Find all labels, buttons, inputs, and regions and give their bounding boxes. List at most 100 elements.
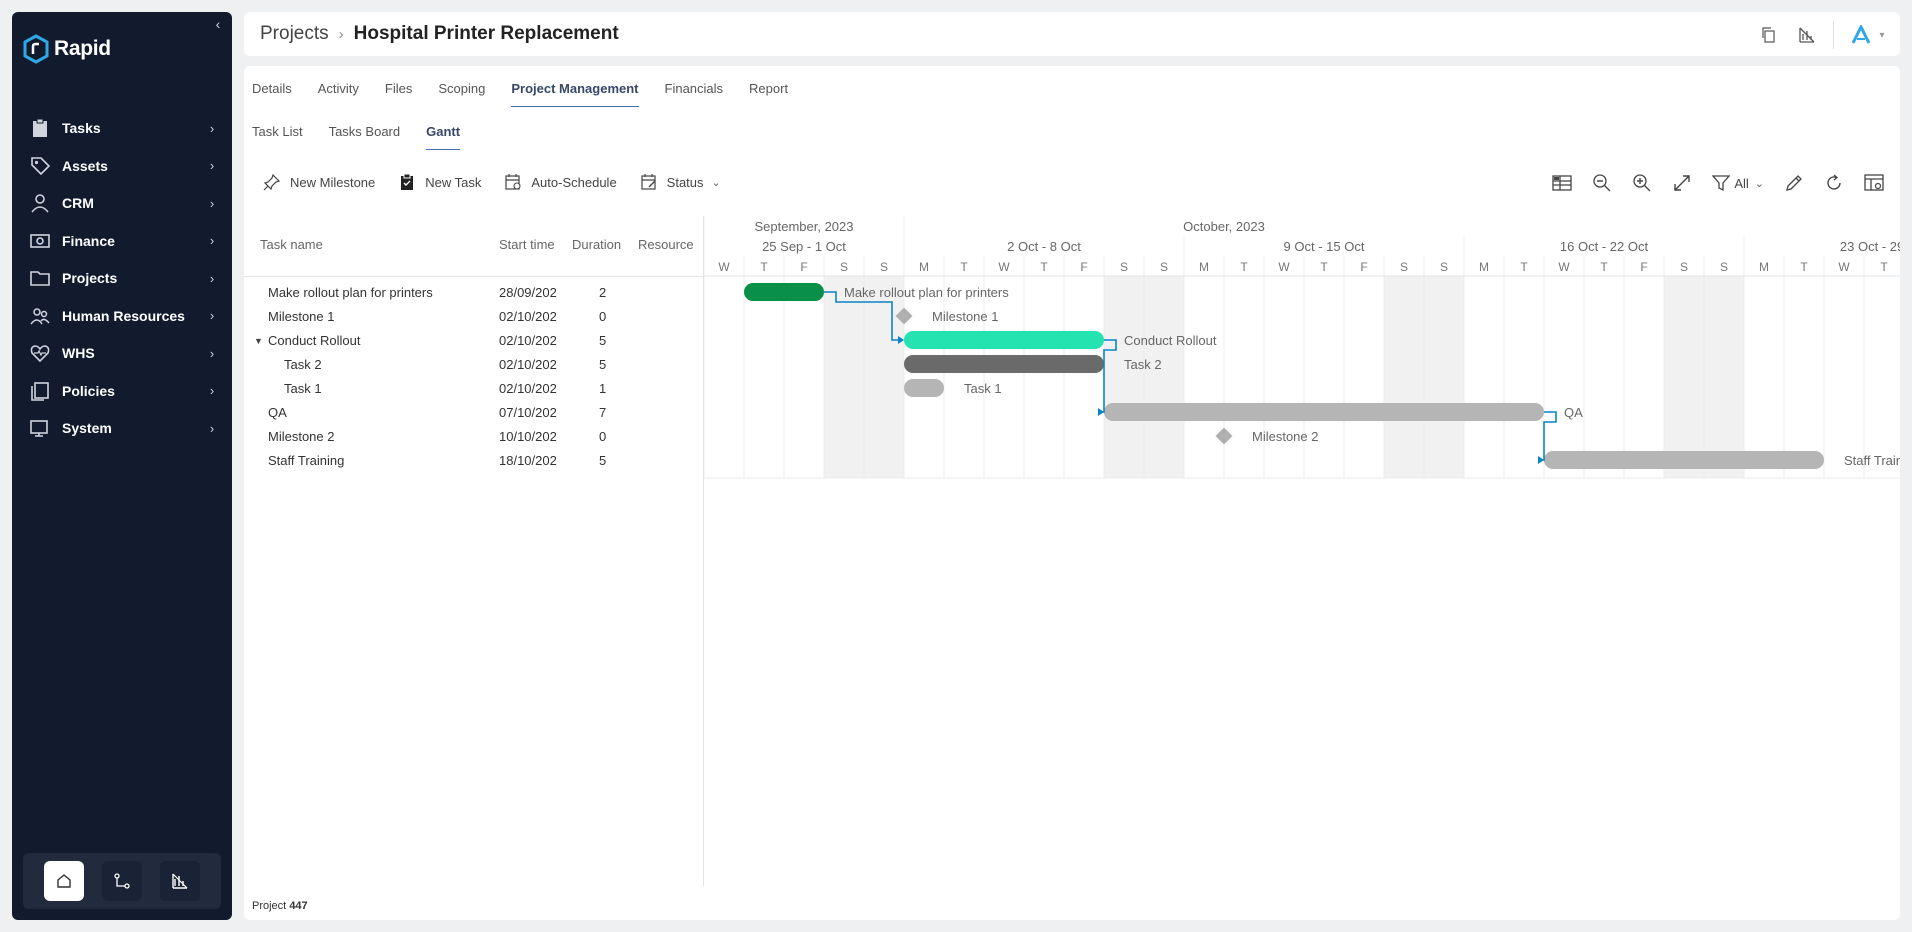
day-label: F: [1640, 260, 1647, 274]
workflow-button[interactable]: [102, 861, 142, 901]
task-bar[interactable]: [1104, 403, 1544, 421]
table-row[interactable]: Staff Training 18/10/202 5: [244, 449, 704, 473]
filter-dropdown[interactable]: All ⌄: [1712, 172, 1764, 194]
duration-cell: 5: [599, 453, 607, 468]
chevron-right-icon: ›: [209, 158, 215, 173]
task-bar[interactable]: [1544, 451, 1824, 469]
task-bar[interactable]: [904, 355, 1104, 373]
gantt-chart: September, 2023 October, 2023 25 Sep - 1 O…: [704, 216, 1900, 886]
table-row[interactable]: Milestone 2 10/10/202 0: [244, 425, 704, 449]
sidebar-item-label: Tasks: [62, 120, 101, 136]
copy-button[interactable]: [1757, 23, 1781, 47]
table-settings-icon: [1864, 174, 1884, 191]
auto-schedule-label: Auto-Schedule: [531, 174, 617, 190]
report-icon: [1799, 27, 1815, 43]
zoom-out-button[interactable]: [1592, 172, 1612, 194]
month-label: September, 2023: [754, 219, 853, 234]
project-number: 447: [289, 900, 308, 912]
pin-icon: [263, 173, 281, 191]
collapse-toggle-icon[interactable]: ▼: [254, 336, 263, 346]
sidebar-item-assets[interactable]: Assets ›: [12, 149, 232, 183]
table-row[interactable]: ▼ Conduct Rollout 02/10/202 5: [244, 329, 704, 353]
week-label: 25 Sep - 1 Oct: [762, 239, 846, 254]
tab-scoping[interactable]: Scoping: [438, 81, 485, 107]
sidebar-item-human-resources[interactable]: Human Resources ›: [12, 299, 232, 333]
day-label: S: [1120, 260, 1128, 274]
report-button[interactable]: [1795, 23, 1819, 47]
zoom-in-button[interactable]: [1632, 172, 1652, 194]
grid-toggle-button[interactable]: [1552, 172, 1572, 194]
table-row[interactable]: QA 07/10/202 7: [244, 401, 704, 425]
day-label: T: [1240, 260, 1248, 274]
status-dropdown[interactable]: Status ⌄: [639, 172, 721, 192]
sidebar-item-whs[interactable]: WHS ›: [12, 336, 232, 370]
columns-button[interactable]: [1864, 172, 1884, 194]
chevron-right-icon: ›: [209, 345, 215, 361]
tab-activity[interactable]: Activity: [318, 81, 359, 107]
task-bar[interactable]: [904, 379, 944, 397]
column-header-start-time[interactable]: Start time: [499, 237, 555, 252]
tab-project-management[interactable]: Project Management: [511, 81, 639, 107]
sidebar-item-tasks[interactable]: Tasks ›: [12, 111, 232, 145]
new-task-button[interactable]: New Task: [397, 172, 481, 192]
calendar-edit-icon: [641, 174, 656, 190]
weekend-shade: [824, 276, 864, 478]
start-time-cell: 07/10/202: [499, 405, 557, 420]
page-header: Projects › Hospital Printer Replacement …: [244, 12, 1900, 56]
column-header-task-name[interactable]: Task name: [260, 237, 323, 252]
start-time-cell: 28/09/202: [499, 285, 557, 300]
task-bar[interactable]: [744, 283, 824, 301]
task-name-cell: Make rollout plan for printers: [268, 285, 433, 300]
bar-label: QA: [1564, 405, 1583, 420]
subtab-task-list[interactable]: Task List: [252, 124, 303, 150]
day-label: F: [1080, 260, 1087, 274]
column-header-duration[interactable]: Duration: [572, 237, 621, 252]
table-row[interactable]: Task 1 02/10/202 1: [244, 377, 704, 401]
collapse-sidebar-icon[interactable]: ‹: [210, 16, 226, 32]
subtab-gantt[interactable]: Gantt: [426, 124, 461, 150]
tab-details[interactable]: Details: [252, 81, 292, 107]
app-switcher-button[interactable]: ▾: [1848, 23, 1888, 47]
subtab-tasks-board[interactable]: Tasks Board: [329, 124, 401, 150]
sidebar-item-projects[interactable]: Projects ›: [12, 261, 232, 295]
chevron-right-icon: ›: [209, 420, 215, 436]
weekend-shade: [1104, 276, 1144, 478]
tab-financials[interactable]: Financials: [665, 81, 724, 107]
logo-text: Rapid: [54, 37, 111, 60]
task-grid: Task name Start time Duration Resource M…: [244, 216, 704, 886]
chevron-right-icon: ›: [209, 195, 215, 211]
breadcrumb-projects[interactable]: Projects: [260, 23, 329, 45]
task-name-cell: Conduct Rollout: [268, 333, 361, 348]
link-arrowhead: [1538, 456, 1544, 464]
reports-button[interactable]: [160, 861, 200, 901]
refresh-button[interactable]: [1824, 172, 1844, 194]
table-row[interactable]: Milestone 1 02/10/202 0: [244, 305, 704, 329]
edit-button[interactable]: [1784, 172, 1804, 194]
pencil-icon: [1786, 175, 1802, 191]
column-header-resource[interactable]: Resource: [638, 237, 694, 252]
duration-cell: 5: [599, 357, 607, 372]
new-milestone-button[interactable]: New Milestone: [262, 172, 375, 192]
task-bar[interactable]: [904, 331, 1104, 349]
sidebar-item-label: Projects: [62, 270, 118, 286]
sidebar-item-policies[interactable]: Policies ›: [12, 374, 232, 408]
fullscreen-button[interactable]: [1672, 172, 1692, 194]
duration-cell: 1: [599, 381, 607, 396]
calendar-clock-icon: [505, 174, 521, 190]
day-label: M: [1199, 260, 1209, 274]
table-row[interactable]: Task 2 02/10/202 5: [244, 353, 704, 377]
auto-schedule-button[interactable]: Auto-Schedule: [503, 172, 617, 192]
day-label: T: [960, 260, 968, 274]
tab-files[interactable]: Files: [385, 81, 412, 107]
bottom-dock: [23, 853, 221, 909]
home-button[interactable]: [44, 861, 84, 901]
zoom-in-icon: [1633, 174, 1651, 192]
sidebar-item-finance[interactable]: Finance ›: [12, 224, 232, 258]
sidebar-item-system[interactable]: System ›: [12, 411, 232, 445]
table-row[interactable]: Make rollout plan for printers 28/09/202 2: [244, 281, 704, 305]
home-icon: [57, 874, 71, 888]
milestone-marker[interactable]: [1215, 427, 1233, 445]
sidebar-item-crm[interactable]: CRM ›: [12, 186, 232, 220]
tab-report[interactable]: Report: [749, 81, 788, 107]
day-label: S: [1720, 260, 1728, 274]
